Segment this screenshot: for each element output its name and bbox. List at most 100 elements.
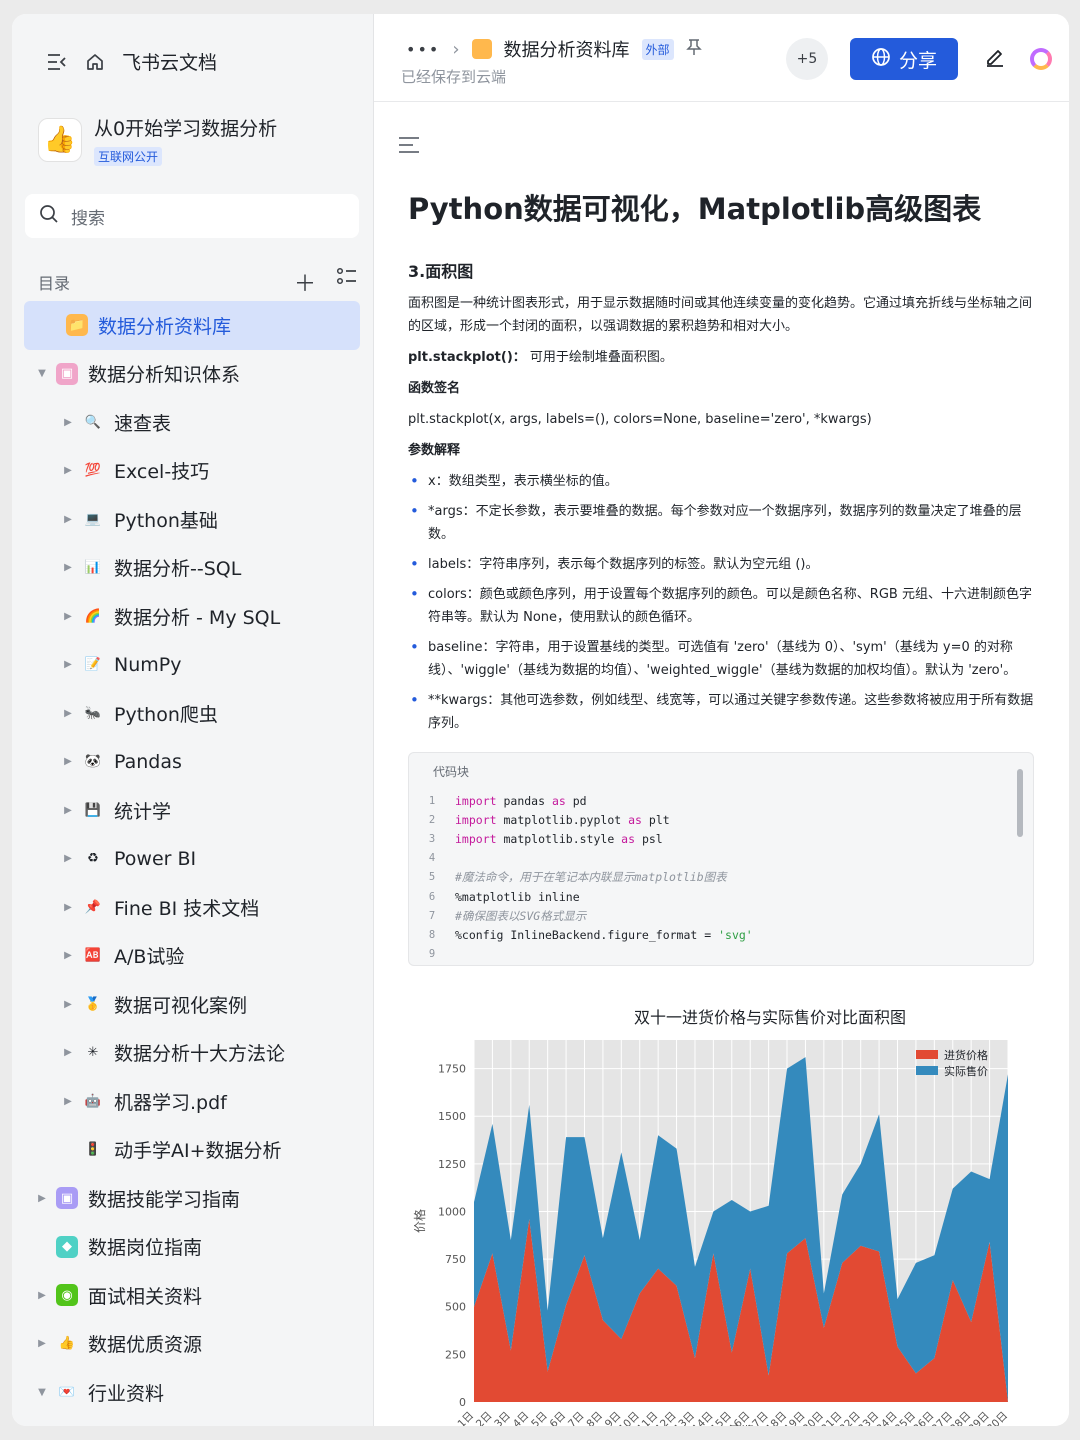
- x-axis-label: 日期: [728, 1425, 754, 1426]
- doc-icon: ◉: [56, 1284, 78, 1307]
- search-icon: [39, 204, 59, 229]
- sidebar-item[interactable]: ▼ 💌 行业资料: [24, 1368, 360, 1417]
- line-number: 7: [428, 909, 436, 922]
- expand-right-icon[interactable]: ▶: [60, 805, 76, 816]
- sidebar-item-label: 数据分析--SQL: [114, 558, 242, 581]
- expand-right-icon[interactable]: ▶: [60, 708, 76, 719]
- sidebar-item[interactable]: ▶ 🌈 数据分析 - My SQL: [24, 592, 360, 641]
- expand-right-icon[interactable]: ▶: [34, 1290, 50, 1301]
- app-name[interactable]: 飞书云文档: [122, 48, 217, 75]
- space-header[interactable]: 👍 从0开始学习数据分析 互联网公开: [38, 114, 277, 166]
- sidebar-item[interactable]: ▶ 🔍 速查表: [24, 398, 360, 447]
- toc-label: 目录: [38, 274, 71, 293]
- more-icon[interactable]: •••: [406, 40, 440, 59]
- doc-icon: ◆: [56, 1235, 78, 1258]
- code-text: import matplotlib.pyplot as plt: [455, 812, 670, 827]
- home-icon[interactable]: [84, 51, 106, 73]
- expand-down-icon[interactable]: ▼: [34, 368, 50, 379]
- expand-right-icon[interactable]: ▶: [60, 756, 76, 767]
- sidebar-item[interactable]: 🚦 动手学AI+数据分析: [24, 1126, 360, 1175]
- save-status: 已经保存到云端: [401, 68, 507, 86]
- expand-down-icon[interactable]: ▼: [34, 1387, 50, 1398]
- expand-right-icon[interactable]: ▶: [60, 1047, 76, 1058]
- sidebar-item[interactable]: 📁 数据分析资料库: [24, 301, 360, 350]
- expand-right-icon[interactable]: ▶: [60, 611, 76, 622]
- outline-icon[interactable]: [398, 136, 420, 158]
- legend-swatch: [916, 1066, 938, 1075]
- code-text: #魔法命令，用于在笔记本内联显示matplotlib图表: [455, 870, 727, 885]
- sidebar-item[interactable]: ◆ 数据岗位指南: [24, 1223, 360, 1272]
- sidebar-item[interactable]: ▶ ♻ Power BI: [24, 835, 360, 884]
- sidebar-item[interactable]: ▶ 🐜 Python爬虫: [24, 689, 360, 738]
- sidebar-item-label: 速查表: [114, 412, 172, 435]
- code-scrollbar[interactable]: [1017, 769, 1023, 837]
- external-badge: 外部: [641, 38, 674, 60]
- code-lines: 1 import pandas as pd 2 import matplotlib.p…: [409, 791, 1033, 964]
- sidebar-topbar: 飞书云文档: [46, 48, 217, 75]
- sidebar-item[interactable]: ▼ ▣ 数据分析知识体系: [24, 350, 360, 399]
- expand-right-icon[interactable]: ▶: [60, 853, 76, 864]
- stackplot-desc: 可用于绘制堆叠面积图。: [525, 350, 673, 365]
- expand-right-icon[interactable]: ▶: [60, 562, 76, 573]
- sidebar-item[interactable]: ▶ 📝 NumPy: [24, 641, 360, 690]
- signature-text: plt.stackplot(x, args, labels=(), colors…: [408, 412, 872, 427]
- app-window: 飞书云文档 👍 从0开始学习数据分析 互联网公开 搜索 目录 ＋ �: [12, 14, 1069, 1426]
- sidebar-item[interactable]: ▶ 📌 Fine BI 技术文档: [24, 883, 360, 932]
- sidebar-item[interactable]: ▶ 💻 Python基础: [24, 495, 360, 544]
- collaborators-more[interactable]: +5: [786, 38, 828, 80]
- doc-icon: 🐜: [84, 705, 102, 721]
- x-tick-label: 1日: [455, 1410, 476, 1426]
- sidebar-item[interactable]: ▶ 🐼 Pandas: [24, 738, 360, 787]
- sidebar-item[interactable]: ▶ 🆎 A/B试验: [24, 932, 360, 981]
- param-item: *args：不定长参数，表示要堆叠的数据。每个参数对应一个数据序列，数据序列的数…: [408, 500, 1038, 546]
- share-button[interactable]: 分享: [850, 38, 958, 80]
- expand-right-icon[interactable]: ▶: [60, 902, 76, 913]
- code-line: 6 %matplotlib inline: [409, 887, 1033, 906]
- expand-right-icon[interactable]: ▶: [60, 514, 76, 525]
- search-input[interactable]: 搜索: [25, 194, 359, 238]
- doc-icon: 📊: [84, 560, 102, 576]
- pin-icon[interactable]: [685, 38, 702, 60]
- expand-right-icon[interactable]: ▶: [60, 465, 76, 476]
- sidebar-item[interactable]: ▶ 👍 数据优质资源: [24, 1320, 360, 1369]
- doc-icon: 💾: [84, 802, 102, 818]
- expand-right-icon[interactable]: ▶: [60, 1096, 76, 1107]
- code-block[interactable]: 代码块 1 import pandas as pd 2 import matplotl…: [408, 752, 1034, 966]
- sidebar-item-label: 行业资料: [88, 1382, 165, 1405]
- sidebar-item-label: 数据优质资源: [88, 1334, 203, 1357]
- code-line: 8 %config InlineBackend.figure_format = '…: [409, 925, 1033, 944]
- sidebar-item[interactable]: ▶ ✳ 数据分析十大方法论: [24, 1029, 360, 1078]
- y-tick-label: 750: [445, 1253, 466, 1266]
- space-name: 从0开始学习数据分析: [94, 118, 278, 140]
- expand-right-icon[interactable]: ▶: [60, 417, 76, 428]
- list-options-icon[interactable]: [336, 266, 358, 298]
- sidebar-item[interactable]: ▶ ◉ 面试相关资料: [24, 1271, 360, 1320]
- expand-right-icon[interactable]: ▶: [60, 950, 76, 961]
- edit-icon[interactable]: [984, 46, 1006, 72]
- expand-right-icon[interactable]: ▶: [60, 999, 76, 1010]
- ai-assistant-icon[interactable]: [1030, 48, 1052, 70]
- doc-icon: 🚦: [84, 1142, 102, 1158]
- collapse-sidebar-icon[interactable]: [46, 51, 68, 73]
- line-number: 2: [428, 813, 436, 826]
- expand-right-icon[interactable]: ▶: [60, 659, 76, 670]
- add-icon[interactable]: ＋: [294, 266, 316, 298]
- sidebar-item[interactable]: ▶ 🤖 机器学习.pdf: [24, 1077, 360, 1126]
- sidebar-item-label: 数据岗位指南: [88, 1237, 203, 1260]
- expand-right-icon[interactable]: ▶: [34, 1338, 50, 1349]
- x-tick-label: 6日: [548, 1410, 569, 1426]
- sidebar-item[interactable]: ▶ 💾 统计学: [24, 786, 360, 835]
- expand-right-icon[interactable]: ▶: [34, 1193, 50, 1204]
- param-item: labels：字符串序列，表示每个数据序列的标签。默认为空元组 ()。: [408, 553, 1038, 576]
- params-heading: 参数解释: [408, 443, 461, 458]
- x-tick-label: 8日: [584, 1410, 605, 1426]
- doc-header: ••• › 数据分析资料库 外部 已经保存到云端 +5 分享: [374, 14, 1069, 102]
- sidebar-item[interactable]: ▶ 💯 Excel-技巧: [24, 447, 360, 496]
- breadcrumb-title[interactable]: 数据分析资料库: [504, 36, 630, 62]
- sidebar-item[interactable]: ▶ 📊 数据分析--SQL: [24, 544, 360, 593]
- sidebar-item-label: 统计学: [114, 800, 172, 823]
- sidebar-item[interactable]: ▶ 🥇 数据可视化案例: [24, 980, 360, 1029]
- folder-icon: [471, 39, 492, 59]
- sidebar-item-label: 面试相关资料: [88, 1285, 203, 1308]
- sidebar-item[interactable]: ▶ ▣ 数据技能学习指南: [24, 1174, 360, 1223]
